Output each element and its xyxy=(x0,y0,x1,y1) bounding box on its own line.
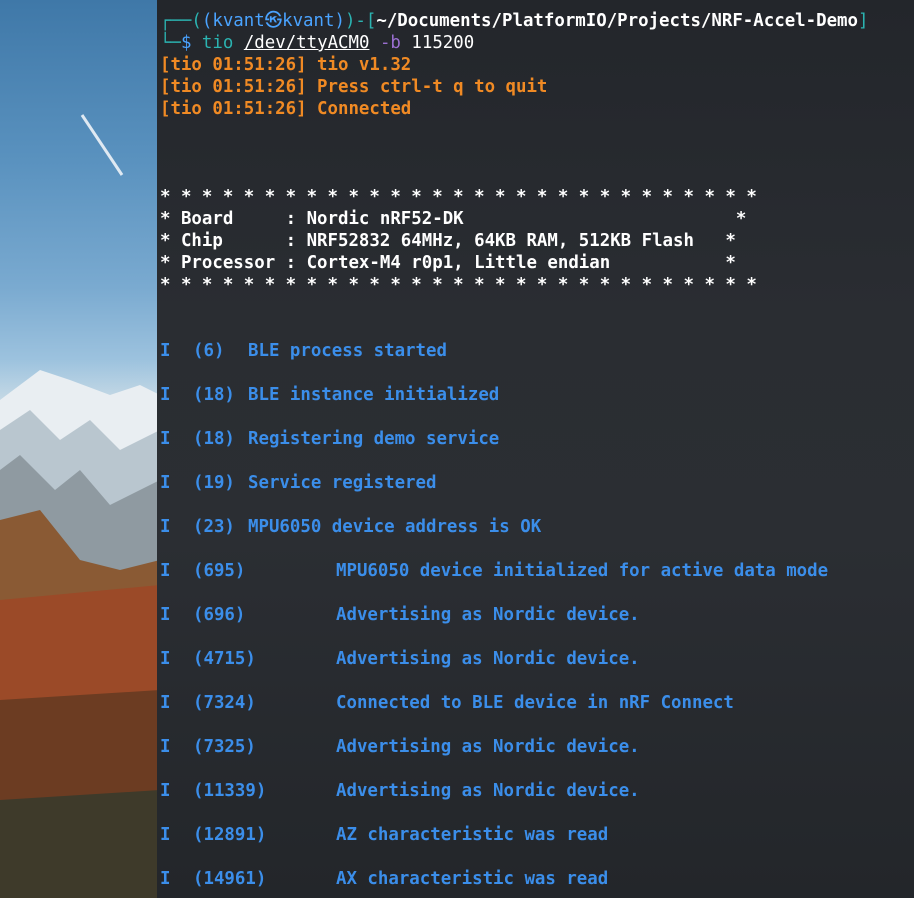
banner-board-row: * Board : Nordic nRF52-DK * xyxy=(160,209,747,229)
log-line: I (696) Advertising as Nordic device. xyxy=(160,605,640,625)
log-line: I (695) MPU6050 device initialized for act… xyxy=(160,561,829,581)
desktop-wallpaper xyxy=(0,0,160,898)
tio-version-line: [tio 01:51:26] tio v1.32 xyxy=(160,55,412,75)
mountain-landscape-image xyxy=(0,114,160,898)
banner-border-bottom: * * * * * * * * * * * * * * * * * * * * … xyxy=(160,275,757,295)
log-line: I (6) BLE process started xyxy=(160,341,447,361)
log-line: I (18) BLE instance initialized xyxy=(160,385,500,405)
prompt-line-1: ┌──((kvant㉿kvant))-[~/Documents/Platform… xyxy=(160,11,869,31)
prompt-user-host: (kvant㉿kvant) xyxy=(201,11,345,31)
command-baud: 115200 xyxy=(411,33,475,53)
prompt-path: ~/Documents/PlatformIO/Projects/NRF-Acce… xyxy=(376,11,858,31)
log-line: I (7325) Advertising as Nordic device. xyxy=(160,737,640,757)
command-device-arg: /dev/ttyACM0 xyxy=(243,33,370,53)
prompt-line-2: └─$ tio /dev/ttyACM0 -b 115200 xyxy=(160,33,475,53)
log-line: I (7324) Connected to BLE device in nRF Co… xyxy=(160,693,734,713)
terminal-window[interactable]: ┌──((kvant㉿kvant))-[~/Documents/Platform… xyxy=(157,0,914,898)
banner-chip-row: * Chip : NRF52832 64MHz, 64KB RAM, 512KB… xyxy=(160,231,736,251)
log-line: I (14961) AX characteristic was read xyxy=(160,869,609,889)
command-flag: -b xyxy=(379,33,401,53)
log-line: I (18) Registering demo service xyxy=(160,429,500,449)
log-line: I (4715) Advertising as Nordic device. xyxy=(160,649,640,669)
log-line: I (12891) AZ characteristic was read xyxy=(160,825,609,845)
banner-border-top: * * * * * * * * * * * * * * * * * * * * … xyxy=(160,187,757,207)
banner-processor-row: * Processor : Cortex-M4 r0p1, Little end… xyxy=(160,253,736,273)
tio-quit-hint-line: [tio 01:51:26] Press ctrl-t q to quit xyxy=(160,77,548,97)
log-line: I (23) MPU6050 device address is OK xyxy=(160,517,542,537)
tio-connected-line: [tio 01:51:26] Connected xyxy=(160,99,412,119)
log-line: I (11339) Advertising as Nordic device. xyxy=(160,781,640,801)
log-line: I (19) Service registered xyxy=(160,473,437,493)
command-name: tio xyxy=(201,33,234,53)
